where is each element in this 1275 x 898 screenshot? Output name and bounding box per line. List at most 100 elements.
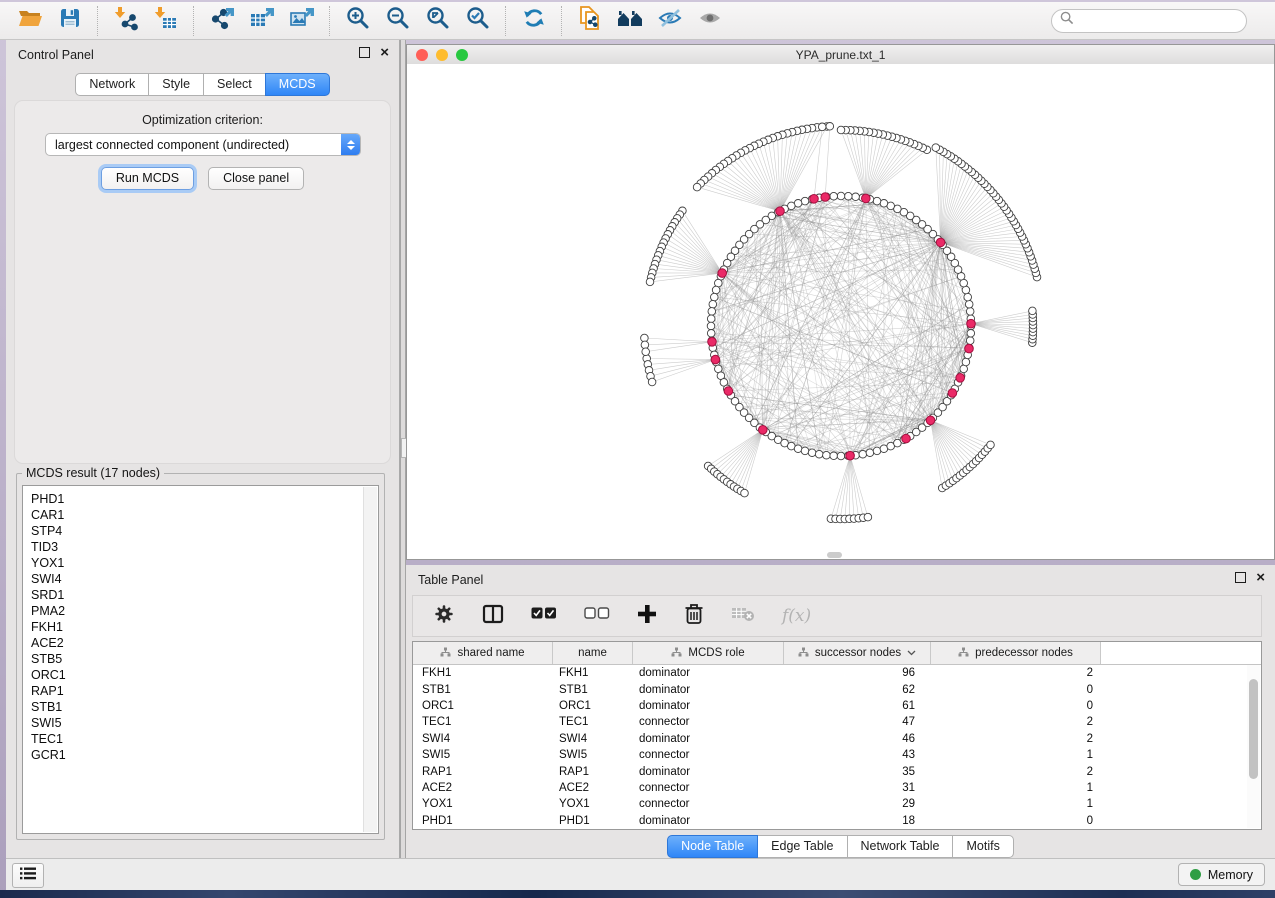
mcds-list-scrollbar[interactable]: [363, 487, 377, 832]
mcds-result-group: MCDS result (17 nodes) PHD1CAR1STP4TID3Y…: [16, 466, 385, 840]
copy-network-icon: [577, 5, 603, 36]
table-row-SWI4[interactable]: SWI4SWI4dominator462: [413, 731, 1261, 747]
cell: 1: [931, 749, 1101, 761]
memory-button[interactable]: Memory: [1178, 863, 1265, 886]
table-row-SWI5[interactable]: SWI5SWI5connector431: [413, 747, 1261, 763]
delete-table-button-disabled[interactable]: [731, 605, 755, 628]
mcds-result-item[interactable]: STB1: [25, 699, 362, 715]
mcds-result-item[interactable]: SRD1: [25, 587, 362, 603]
mcds-result-item[interactable]: YOX1: [25, 555, 362, 571]
network-graph[interactable]: [407, 64, 1274, 559]
close-panel-icon[interactable]: ×: [380, 48, 389, 58]
tree-column-icon: [958, 647, 969, 660]
search-box[interactable]: [1051, 9, 1247, 33]
mcds-result-item[interactable]: STB5: [25, 651, 362, 667]
cell: dominator: [633, 815, 784, 827]
column-header-name[interactable]: name: [553, 642, 633, 664]
table-row-YOX1[interactable]: YOX1YOX1connector291: [413, 796, 1261, 812]
mcds-result-item[interactable]: PHD1: [25, 491, 362, 507]
table-row-ACE2[interactable]: ACE2ACE2connector311: [413, 780, 1261, 796]
import-table-button[interactable]: [146, 5, 186, 37]
mcds-result-item[interactable]: FKH1: [25, 619, 362, 635]
cell: 2: [931, 667, 1101, 679]
cell: 46: [784, 733, 931, 745]
zoom-out-button[interactable]: [378, 5, 418, 37]
float-table-panel-button[interactable]: [1235, 572, 1246, 583]
zoom-selected-button[interactable]: [458, 5, 498, 37]
create-column-button[interactable]: [637, 604, 657, 629]
table-header-row: shared namename MCDS role successor nodesp…: [413, 642, 1261, 665]
column-header-predecessor-nodes[interactable]: predecessor nodes: [931, 642, 1101, 664]
mcds-result-item[interactable]: RAP1: [25, 683, 362, 699]
float-panel-button[interactable]: [359, 47, 370, 58]
table-tab-node-table[interactable]: Node Table: [667, 835, 758, 858]
column-header-shared-name[interactable]: shared name: [413, 642, 553, 664]
table-scrollbar-thumb[interactable]: [1249, 679, 1258, 779]
optimization-criterion-select[interactable]: largest connected component (undirected): [45, 133, 361, 156]
mcds-result-item[interactable]: ACE2: [25, 635, 362, 651]
mcds-result-item[interactable]: PMA2: [25, 603, 362, 619]
zoom-in-button[interactable]: [338, 5, 378, 37]
tab-network[interactable]: Network: [75, 73, 149, 96]
main-toolbar: [0, 2, 1275, 40]
export-table-button[interactable]: [242, 5, 282, 37]
column-label: MCDS role: [688, 647, 744, 659]
mcds-result-list[interactable]: PHD1CAR1STP4TID3YOX1SWI4SRD1PMA2FKH1ACE2…: [22, 485, 379, 834]
zoom-fit-button[interactable]: [418, 5, 458, 37]
cell: YOX1: [553, 798, 633, 810]
mcds-result-item[interactable]: CAR1: [25, 507, 362, 523]
column-header-MCDS-role[interactable]: MCDS role: [633, 642, 784, 664]
table-options-gear-button[interactable]: [433, 603, 455, 630]
apply-layout-button[interactable]: [514, 5, 554, 37]
table-tab-network-table[interactable]: Network Table: [847, 835, 954, 858]
mcds-result-item[interactable]: TID3: [25, 539, 362, 555]
first-neighbors-button[interactable]: [610, 5, 650, 37]
show-all-button[interactable]: [690, 5, 730, 37]
delete-columns-button[interactable]: [684, 603, 704, 630]
table-row-FKH1[interactable]: FKH1FKH1dominator962: [413, 665, 1261, 681]
network-window-titlebar[interactable]: YPA_prune.txt_1: [407, 45, 1274, 65]
cell: SWI4: [413, 733, 553, 745]
mcds-result-item[interactable]: ORC1: [25, 667, 362, 683]
table-row-RAP1[interactable]: RAP1RAP1dominator352: [413, 763, 1261, 779]
zoom-selected-icon: [465, 5, 491, 36]
search-input[interactable]: [1080, 13, 1239, 29]
function-builder-button-disabled[interactable]: f(x): [782, 606, 811, 626]
table-row-ORC1[interactable]: ORC1ORC1dominator610: [413, 698, 1261, 714]
select-all-rows-button[interactable]: [531, 607, 557, 625]
show-column-panel-button[interactable]: [482, 604, 504, 629]
mcds-result-item[interactable]: STP4: [25, 523, 362, 539]
mcds-result-item[interactable]: SWI4: [25, 571, 362, 587]
save-session-button[interactable]: [50, 5, 90, 37]
task-history-button[interactable]: [12, 863, 44, 888]
export-image-button[interactable]: [282, 5, 322, 37]
table-row-STB1[interactable]: STB1STB1dominator620: [413, 681, 1261, 697]
table-scrollbar[interactable]: [1247, 665, 1260, 828]
network-hscroll-thumb[interactable]: [827, 552, 842, 558]
tree-column-icon: [798, 647, 809, 660]
new-network-from-selection-button[interactable]: [570, 5, 610, 37]
table-tab-motifs[interactable]: Motifs: [952, 835, 1013, 858]
table-row-TEC1[interactable]: TEC1TEC1connector472: [413, 714, 1261, 730]
hide-selected-button[interactable]: [650, 5, 690, 37]
close-panel-button[interactable]: Close panel: [208, 167, 304, 190]
table-row-PHD1[interactable]: PHD1PHD1dominator180: [413, 813, 1261, 829]
mcds-result-item[interactable]: TEC1: [25, 731, 362, 747]
run-mcds-button[interactable]: Run MCDS: [101, 167, 194, 190]
cell: ORC1: [413, 700, 553, 712]
column-header-successor-nodes[interactable]: successor nodes: [784, 642, 931, 664]
eye-icon: [697, 6, 724, 35]
import-network-button[interactable]: [106, 5, 146, 37]
tab-mcds[interactable]: MCDS: [265, 73, 330, 96]
export-table-icon: [249, 5, 276, 36]
mcds-result-item[interactable]: SWI5: [25, 715, 362, 731]
export-network-button[interactable]: [202, 5, 242, 37]
mcds-result-item[interactable]: GCR1: [25, 747, 362, 763]
table-tab-edge-table[interactable]: Edge Table: [757, 835, 847, 858]
clear-selection-button[interactable]: [584, 607, 610, 625]
close-table-panel-icon[interactable]: ×: [1256, 573, 1265, 583]
tab-select[interactable]: Select: [203, 73, 266, 96]
tab-style[interactable]: Style: [148, 73, 204, 96]
network-canvas[interactable]: [407, 64, 1274, 559]
open-session-button[interactable]: [10, 5, 50, 37]
